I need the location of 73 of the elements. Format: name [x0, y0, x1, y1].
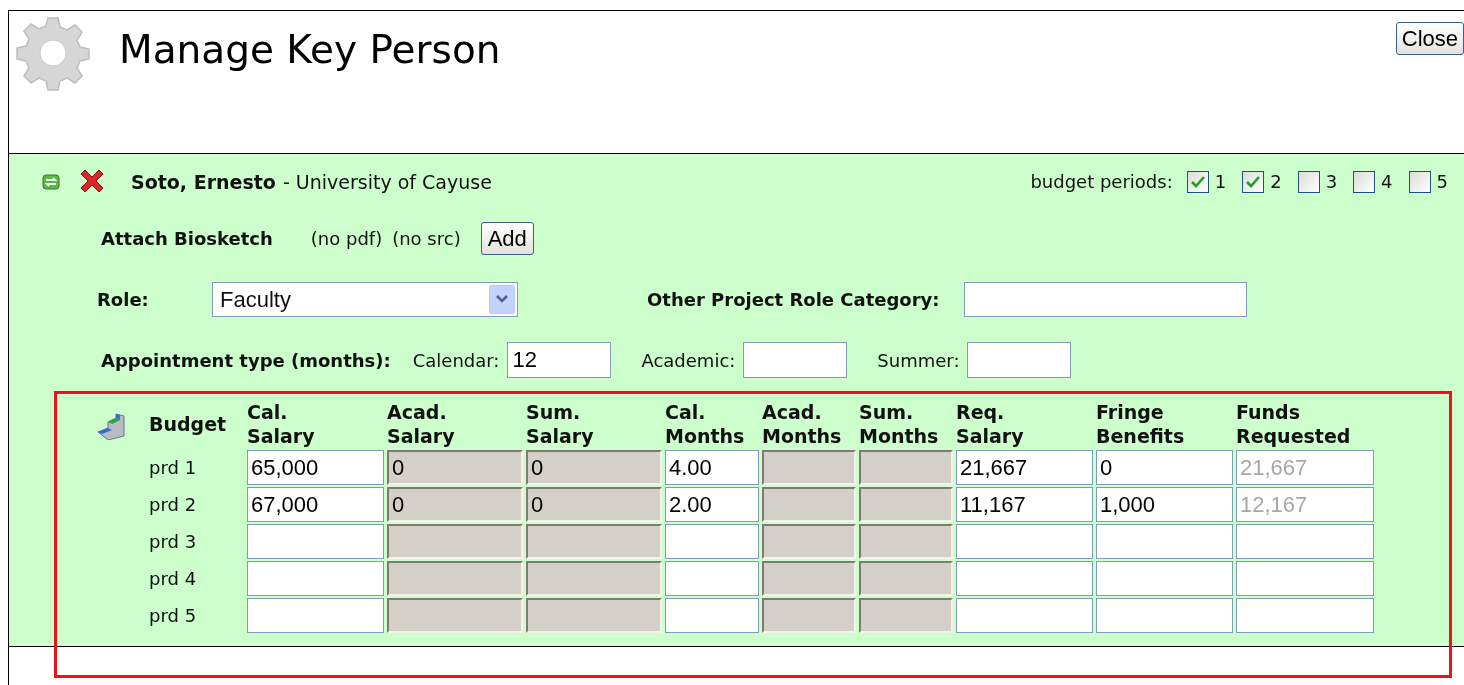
period-label: prd 1	[149, 456, 198, 480]
column-header: Cal. Months	[665, 400, 745, 448]
role-label: Role:	[97, 288, 150, 312]
months-field[interactable]	[743, 342, 848, 378]
amount-field[interactable]	[1096, 561, 1233, 596]
role-select[interactable]: Faculty	[212, 282, 518, 317]
other-role-label: Other Project Role Category:	[647, 288, 940, 312]
source-status: (no src)	[392, 227, 461, 251]
amount-field[interactable]	[1096, 598, 1233, 633]
add-button[interactable]: Add	[480, 222, 534, 255]
budget-heading: Budget	[149, 411, 228, 437]
checkbox-label: 3	[1325, 170, 1338, 194]
checkbox[interactable]	[1408, 170, 1431, 193]
close-button[interactable]: Close	[1395, 22, 1464, 55]
amount-field[interactable]	[665, 561, 759, 596]
amount-field[interactable]: 67,000	[247, 487, 384, 522]
column-header: Fringe Benefits	[1096, 400, 1185, 448]
check-icon	[1190, 175, 1205, 188]
column-header: Sum. Salary	[526, 400, 594, 448]
window-title: Manage Key Person	[119, 26, 501, 74]
field-label: Summer:	[877, 348, 960, 373]
amount-field[interactable]	[665, 598, 759, 633]
amount-field[interactable]	[1236, 598, 1374, 633]
checkbox-label: 5	[1436, 170, 1448, 194]
amount-field[interactable]	[956, 561, 1093, 596]
amount-field[interactable]	[1236, 561, 1374, 596]
checkbox[interactable]	[1186, 170, 1209, 193]
amount-field[interactable]	[956, 524, 1093, 559]
checkbox-label: 4	[1381, 170, 1393, 194]
amount-field[interactable]	[956, 598, 1093, 633]
amount-field[interactable]: 21,667	[956, 450, 1093, 485]
months-field[interactable]: 12	[507, 342, 612, 378]
checkbox[interactable]	[1242, 170, 1265, 193]
column-header: Acad. Months	[762, 400, 842, 448]
column-header: Acad. Salary	[387, 400, 455, 448]
amount-field[interactable]: 0	[1096, 450, 1233, 485]
organization-text: - University of Cayuse	[282, 170, 492, 195]
amount-field[interactable]	[665, 524, 759, 559]
period-label: prd 3	[149, 530, 198, 554]
budget-periods-label: budget periods:	[1030, 170, 1173, 194]
amount-field[interactable]: 65,000	[247, 450, 384, 485]
field-label: Calendar:	[412, 348, 500, 373]
appointment-label: Appointment type (months):	[101, 348, 391, 373]
check-icon	[1246, 175, 1261, 188]
months-field[interactable]	[967, 342, 1072, 378]
gear-icon	[15, 15, 91, 91]
pdf-status: (no pdf)	[310, 227, 383, 251]
period-label: prd 2	[149, 493, 198, 517]
person-name: Soto, Ernesto	[131, 170, 276, 195]
amount-field[interactable]: 1,000	[1096, 487, 1233, 522]
amount-field[interactable]	[1236, 524, 1374, 559]
checkbox[interactable]	[1297, 170, 1320, 193]
amount-field[interactable]	[247, 524, 384, 559]
amount-field[interactable]: 2.00	[665, 487, 759, 522]
amount-field[interactable]: 11,167	[956, 487, 1093, 522]
field-label: Academic:	[641, 348, 736, 373]
amount-field[interactable]	[247, 561, 384, 596]
amount-field[interactable]: 4.00	[665, 450, 759, 485]
checkbox-label: 1	[1214, 170, 1227, 194]
stairs-icon[interactable]	[96, 412, 126, 440]
other-role-field[interactable]	[963, 282, 1247, 317]
column-header: Sum. Months	[859, 400, 939, 448]
biosketch-label: Attach Biosketch	[101, 227, 273, 251]
period-label: prd 5	[149, 604, 198, 628]
checkbox[interactable]	[1353, 170, 1376, 193]
period-label: prd 4	[149, 567, 198, 591]
amount-field[interactable]	[247, 598, 384, 633]
amount-field[interactable]	[1096, 524, 1233, 559]
column-header: Funds Requested	[1236, 400, 1351, 448]
refresh-icon[interactable]	[41, 172, 61, 193]
column-header: Req. Salary	[956, 400, 1024, 448]
column-header: Cal. Salary	[247, 400, 315, 448]
checkbox-label: 2	[1270, 170, 1282, 194]
